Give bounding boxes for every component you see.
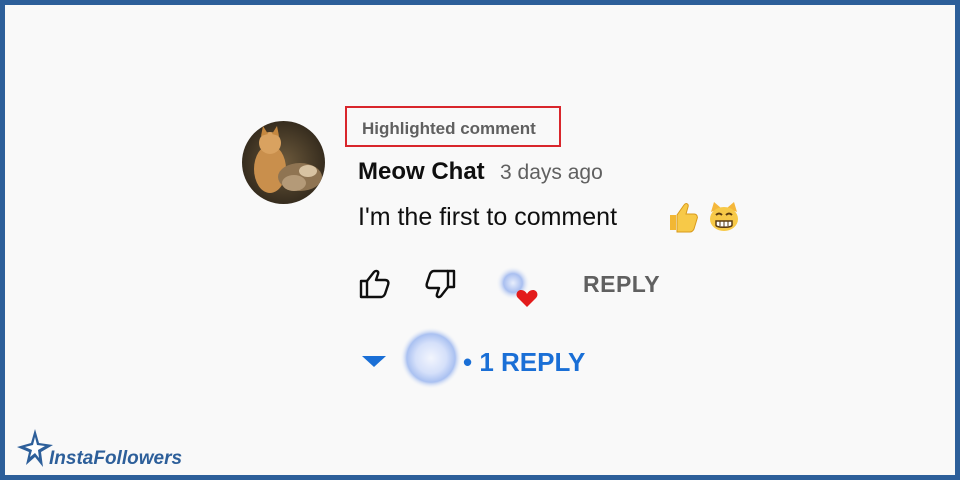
comment-text: I'm the first to comment — [358, 203, 618, 231]
comment-timestamp[interactable]: 3 days ago — [500, 161, 603, 185]
creator-heart-icon[interactable] — [493, 263, 541, 311]
reply-button[interactable]: REPLY — [583, 271, 660, 298]
grinning-cat-emoji-icon — [710, 202, 738, 231]
view-replies-link[interactable]: • 1 REPLY — [463, 347, 585, 378]
author-avatar[interactable] — [242, 121, 325, 204]
thumbs-down-icon — [425, 269, 456, 299]
comment-author[interactable]: Meow Chat — [358, 158, 485, 186]
dislike-button[interactable] — [424, 269, 456, 299]
caret-down-icon[interactable] — [361, 353, 387, 369]
brand-logo-text: InstaFollowers — [49, 448, 183, 469]
page-frame: Highlighted comment Meow Chat 3 days ago… — [0, 0, 960, 480]
like-button[interactable] — [359, 269, 391, 299]
thumbs-up-emoji-icon — [670, 203, 698, 233]
reply-author-avatar[interactable] — [400, 327, 462, 389]
thumbs-up-icon — [359, 269, 390, 299]
highlighted-comment-label: Highlighted comment — [362, 119, 536, 138]
